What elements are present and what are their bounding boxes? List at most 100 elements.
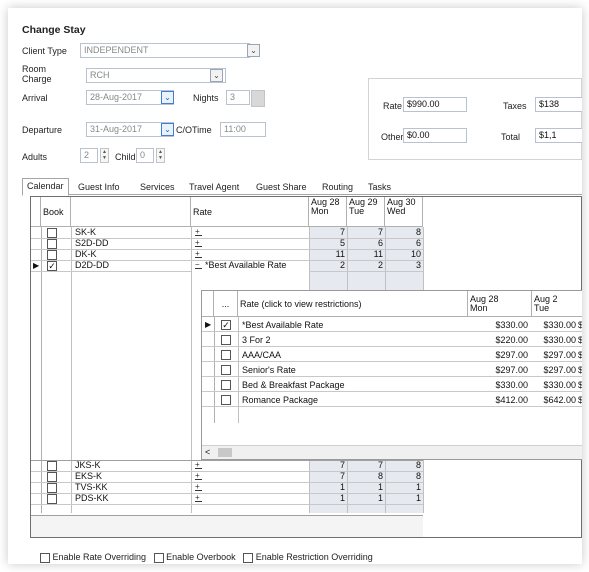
- scroll-left-arrow-icon[interactable]: <: [205, 447, 210, 457]
- scrollbar-thumb[interactable]: [218, 448, 232, 457]
- client-type-dropdown-icon[interactable]: ⌄: [247, 44, 260, 57]
- avail-cell: 3: [415, 260, 421, 270]
- co-time-field[interactable]: 11:00: [220, 122, 266, 137]
- sub-corner: [202, 291, 214, 317]
- avail-cell: 8: [377, 471, 383, 481]
- avail-cell: 7: [377, 227, 383, 237]
- rate-column-header[interactable]: Rate: [191, 197, 309, 227]
- expand-plus-icon[interactable]: +: [195, 459, 202, 470]
- date-header-aug29: Aug 29 Tue: [347, 197, 385, 227]
- book-checkbox[interactable]: [47, 460, 57, 471]
- rate-price-cell: $642.00: [543, 395, 576, 405]
- room-column-header[interactable]: [71, 197, 191, 227]
- avail-cell: 1: [415, 493, 421, 503]
- avail-cell: 8: [415, 227, 421, 237]
- subgrid-horizontal-scrollbar[interactable]: <: [202, 445, 582, 459]
- departure-calendar-dropdown-icon[interactable]: ⌄: [161, 123, 174, 136]
- rate-name-cell[interactable]: Bed & Breakfast Package: [242, 380, 345, 391]
- expand-plus-icon[interactable]: +: [195, 248, 202, 259]
- book-checkbox[interactable]: [47, 482, 57, 493]
- tab-services[interactable]: Services: [136, 180, 179, 195]
- enable-restriction-overriding-checkbox[interactable]: [243, 552, 254, 563]
- tab-guest-share[interactable]: Guest Share: [252, 180, 311, 195]
- enable-restriction-overriding-label: Enable Restriction Overriding: [255, 552, 373, 562]
- departure-label: Departure: [22, 125, 63, 135]
- avail-cell: 1: [415, 482, 421, 492]
- expand-plus-icon[interactable]: +: [195, 237, 202, 248]
- collapse-minus-icon[interactable]: −: [195, 259, 202, 270]
- tab-guest-info[interactable]: Guest Info: [74, 180, 124, 195]
- client-type-label: Client Type: [22, 46, 67, 56]
- book-column-header[interactable]: Book: [41, 197, 71, 227]
- rate-checkbox[interactable]: [221, 334, 231, 345]
- rate-price-cell: $220.00: [495, 335, 528, 345]
- rate-price-cell: $330.00: [543, 380, 576, 390]
- arrival-calendar-dropdown-icon[interactable]: ⌄: [161, 91, 174, 104]
- rate-price-cell: $297.00: [543, 350, 576, 360]
- nights-field[interactable]: 3: [226, 90, 250, 105]
- child-field[interactable]: 0: [136, 148, 154, 163]
- rate-checkbox[interactable]: [221, 364, 231, 375]
- book-checkbox[interactable]: [47, 249, 57, 260]
- expand-plus-icon[interactable]: +: [195, 492, 202, 503]
- enable-rate-overriding-checkbox[interactable]: [40, 552, 50, 563]
- rate-checkbox[interactable]: [221, 379, 231, 390]
- rate-restrictions-header[interactable]: Rate (click to view restrictions): [238, 291, 468, 317]
- client-type-field[interactable]: INDEPENDENT: [80, 43, 250, 58]
- rate-name-cell[interactable]: Senior's Rate: [242, 365, 296, 376]
- tab-travel-agent[interactable]: Travel Agent: [185, 180, 243, 195]
- expand-plus-icon[interactable]: +: [195, 481, 202, 492]
- room-charge-field[interactable]: RCH: [86, 68, 226, 83]
- expand-plus-icon[interactable]: +: [195, 226, 202, 237]
- tab-tasks[interactable]: Tasks: [364, 180, 395, 195]
- expand-plus-icon[interactable]: +: [195, 470, 202, 481]
- rate-price-cell: $297.00: [543, 365, 576, 375]
- total-field[interactable]: $1,1: [535, 128, 582, 143]
- book-checkbox[interactable]: [47, 238, 57, 249]
- enable-rate-overriding-label: Enable Rate Overriding: [52, 552, 147, 562]
- grid-horizontal-scrollbar[interactable]: [31, 515, 423, 537]
- book-checkbox[interactable]: [47, 227, 57, 238]
- avail-cell: 8: [415, 460, 421, 470]
- rate-price-cell: $330.00: [543, 335, 576, 345]
- other-field[interactable]: $0.00: [403, 128, 467, 143]
- taxes-field[interactable]: $138: [535, 97, 582, 112]
- rate-price-cell: $:: [578, 380, 582, 390]
- avail-cell: 1: [377, 493, 383, 503]
- room-charge-dropdown-icon[interactable]: ⌄: [210, 69, 223, 82]
- rate-price-cell: $:: [578, 320, 582, 330]
- tab-bar: Calendar Guest Info Services Travel Agen…: [22, 178, 582, 196]
- rate-checkbox[interactable]: [221, 394, 231, 405]
- room-type-cell: EKS-K: [75, 471, 103, 481]
- adults-field[interactable]: 2: [80, 148, 98, 163]
- enable-overbook-label: Enable Overbook: [166, 552, 236, 562]
- tab-calendar[interactable]: Calendar: [22, 178, 69, 196]
- rate-options-subgrid: ... Rate (click to view restrictions) Au…: [201, 290, 582, 460]
- sub-ellipsis-header[interactable]: ...: [214, 291, 238, 317]
- rate-price-cell: $297.00: [495, 365, 528, 375]
- rate-price-cell: $:: [578, 395, 582, 405]
- enable-overbook-checkbox[interactable]: [153, 552, 164, 563]
- nights-spinner[interactable]: [251, 90, 265, 107]
- book-checkbox[interactable]: [47, 471, 57, 482]
- rate-field[interactable]: $990.00: [403, 97, 467, 112]
- rate-name-cell[interactable]: AAA/CAA: [242, 350, 281, 361]
- room-type-cell: TVS-KK: [75, 482, 108, 492]
- sub-date-header-aug29: Aug 2 Tue: [532, 291, 582, 317]
- book-checkbox[interactable]: [47, 493, 57, 504]
- tab-routing[interactable]: Routing: [318, 180, 357, 195]
- book-checkbox-checked[interactable]: ✓: [47, 260, 57, 271]
- adults-spinner[interactable]: ▲ ▼: [100, 148, 109, 163]
- rate-checkbox-checked[interactable]: ✓: [221, 319, 231, 330]
- avail-cell: 1: [339, 482, 345, 492]
- child-spinner[interactable]: ▲ ▼: [156, 148, 165, 163]
- rate-name-cell[interactable]: 3 For 2: [242, 335, 271, 346]
- rate-checkbox[interactable]: [221, 349, 231, 360]
- selected-rate-cell[interactable]: *Best Available Rate: [205, 260, 286, 271]
- avail-cell: 11: [335, 249, 345, 259]
- rate-name-cell[interactable]: Romance Package: [242, 395, 318, 406]
- other-label: Other: [381, 132, 404, 142]
- row-header-corner: [31, 197, 41, 227]
- rate-name-cell[interactable]: *Best Available Rate: [242, 320, 323, 331]
- room-type-cell: SK-K: [75, 227, 97, 237]
